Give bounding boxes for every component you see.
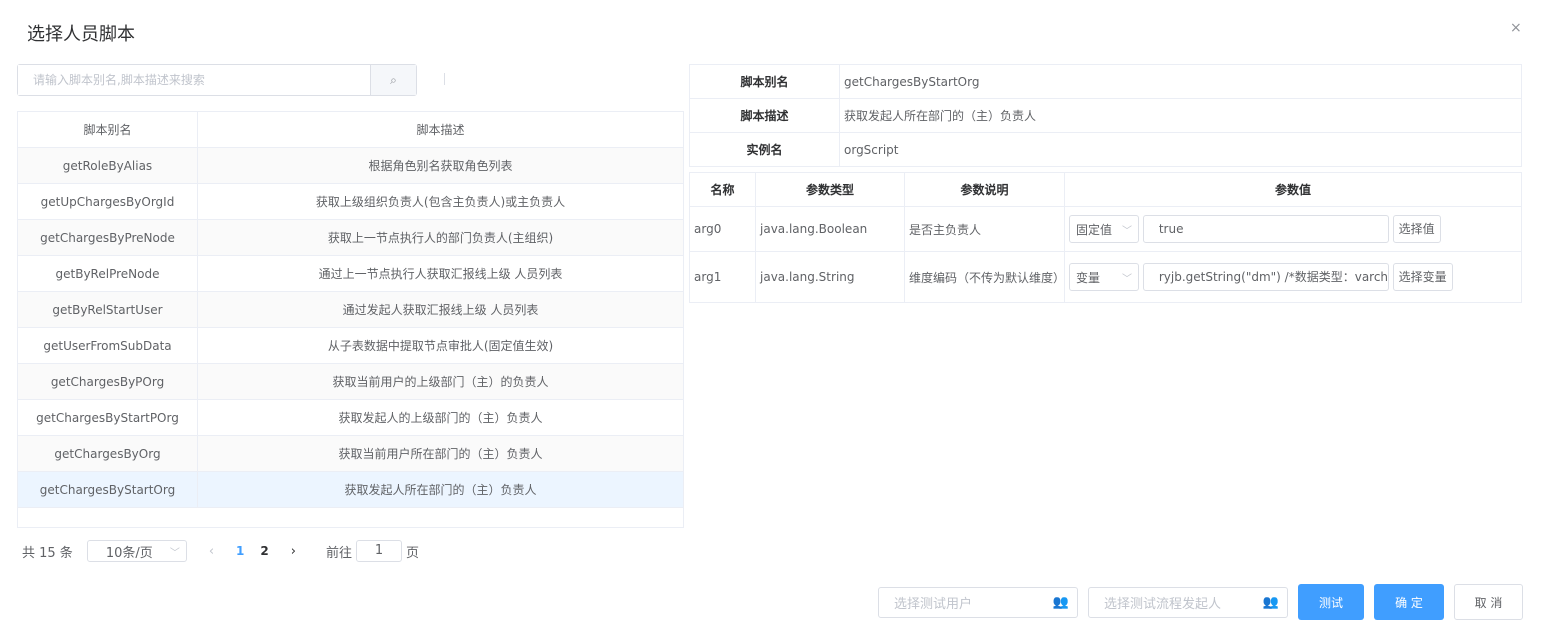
script-alias: getUserFromSubData bbox=[17, 327, 198, 364]
param-value-input[interactable]: ryjb.getString("dm") /*数据类型：varchar bbox=[1142, 263, 1389, 291]
value-mode-select[interactable]: 变量 ﹀ bbox=[1069, 263, 1139, 291]
script-row[interactable]: getByRelPreNode 通过上一节点执行人获取汇报线上级 人员列表 bbox=[17, 255, 684, 292]
param-header: 参数类型 bbox=[755, 172, 905, 207]
column-header-desc: 脚本描述 bbox=[197, 111, 684, 148]
info-value: 获取发起人所在部门的（主）负责人 bbox=[839, 98, 1522, 133]
search-input[interactable] bbox=[18, 65, 370, 95]
test-user-select[interactable]: 选择测试用户 👥 bbox=[878, 587, 1078, 618]
value-mode: 固定值 bbox=[1076, 222, 1113, 237]
script-row[interactable]: getUserFromSubData 从子表数据中提取节点审批人(固定值生效) bbox=[17, 327, 684, 364]
total-count: 共 15 条 bbox=[22, 545, 73, 561]
param-type: java.lang.String bbox=[755, 251, 905, 303]
test-starter-placeholder: 选择测试流程发起人 bbox=[1104, 597, 1222, 612]
info-value: getChargesByStartOrg bbox=[839, 64, 1522, 99]
param-header: 名称 bbox=[689, 172, 756, 207]
param-row: arg1 java.lang.String 维度编码（不传为默认维度） 变量 ﹀ … bbox=[689, 251, 1522, 303]
info-label: 实例名 bbox=[689, 132, 840, 167]
chevron-down-icon: ﹀ bbox=[1122, 273, 1132, 285]
page-suffix: 页 bbox=[405, 545, 419, 561]
script-row[interactable]: getChargesByPreNode 获取上一节点执行人的部门负责人(主组织) bbox=[17, 219, 684, 256]
test-button[interactable]: 测试 bbox=[1298, 584, 1364, 620]
script-table: 脚本别名 脚本描述 getRoleByAlias 根据角色别名获取角色列表 getU… bbox=[17, 111, 684, 508]
script-row[interactable]: getUpChargesByOrgId 获取上级组织负责人(包含主负责人)或主负责… bbox=[17, 183, 684, 220]
chevron-down-icon: ﹀ bbox=[1122, 225, 1132, 237]
divider bbox=[444, 73, 445, 85]
value-mode: 变量 bbox=[1076, 270, 1101, 285]
page-2[interactable]: 2 bbox=[260, 544, 268, 558]
prev-page-button[interactable]: ‹ bbox=[209, 544, 214, 559]
page-size-value: 10条/页 bbox=[105, 545, 153, 561]
choose-value-button[interactable]: 选择值 bbox=[1392, 215, 1441, 243]
script-desc: 获取当前用户的上级部门（主）的负责人 bbox=[197, 363, 684, 400]
goto-page-input[interactable]: 1 bbox=[355, 540, 402, 562]
script-row[interactable]: getChargesByStartOrg 获取发起人所在部门的（主）负责人 bbox=[17, 471, 684, 508]
search-icon: ⌕ bbox=[390, 72, 397, 87]
script-alias: getChargesByPOrg bbox=[17, 363, 198, 400]
script-row[interactable]: getByRelStartUser 通过发起人获取汇报线上级 人员列表 bbox=[17, 291, 684, 328]
script-alias: getChargesByPreNode bbox=[17, 219, 198, 256]
script-row[interactable]: getChargesByStartPOrg 获取发起人的上级部门的（主）负责人 bbox=[17, 399, 684, 436]
script-row[interactable]: getChargesByOrg 获取当前用户所在部门的（主）负责人 bbox=[17, 435, 684, 472]
search-button[interactable]: ⌕ bbox=[370, 65, 416, 95]
column-header-alias: 脚本别名 bbox=[17, 111, 198, 148]
script-desc: 通过发起人获取汇报线上级 人员列表 bbox=[197, 291, 684, 328]
choose-variable-button[interactable]: 选择变量 bbox=[1392, 263, 1453, 291]
script-alias: getChargesByOrg bbox=[17, 435, 198, 472]
script-row[interactable]: getChargesByPOrg 获取当前用户的上级部门（主）的负责人 bbox=[17, 363, 684, 400]
pagination: 共 15 条 10条/页 ﹀ ‹ 1 2 › 前往 1 页 bbox=[22, 540, 419, 562]
param-name: arg0 bbox=[689, 206, 756, 252]
info-label: 脚本别名 bbox=[689, 64, 840, 99]
script-desc: 获取上一节点执行人的部门负责人(主组织) bbox=[197, 219, 684, 256]
param-desc: 维度编码（不传为默认维度） bbox=[904, 251, 1065, 303]
script-alias: getChargesByStartOrg bbox=[17, 471, 198, 508]
param-value-input[interactable]: true bbox=[1142, 215, 1389, 243]
script-alias: getChargesByStartPOrg bbox=[17, 399, 198, 436]
table-footer bbox=[17, 508, 684, 528]
param-type: java.lang.Boolean bbox=[755, 206, 905, 252]
script-desc: 从子表数据中提取节点审批人(固定值生效) bbox=[197, 327, 684, 364]
script-desc: 获取上级组织负责人(包含主负责人)或主负责人 bbox=[197, 183, 684, 220]
param-name: arg1 bbox=[689, 251, 756, 303]
script-alias: getUpChargesByOrgId bbox=[17, 183, 198, 220]
info-value: orgScript bbox=[839, 132, 1522, 167]
param-row: arg0 java.lang.Boolean 是否主负责人 固定值 ﹀ true … bbox=[689, 206, 1522, 252]
value-mode-select[interactable]: 固定值 ﹀ bbox=[1069, 215, 1139, 243]
confirm-button[interactable]: 确 定 bbox=[1374, 584, 1444, 620]
goto-label: 前往 bbox=[325, 545, 352, 561]
dialog-title: 选择人员脚本 bbox=[27, 24, 135, 45]
script-desc: 获取发起人所在部门的（主）负责人 bbox=[197, 471, 684, 508]
script-alias: getByRelStartUser bbox=[17, 291, 198, 328]
param-desc: 是否主负责人 bbox=[904, 206, 1065, 252]
script-desc: 获取发起人的上级部门的（主）负责人 bbox=[197, 399, 684, 436]
test-user-placeholder: 选择测试用户 bbox=[894, 597, 973, 612]
cancel-button[interactable]: 取 消 bbox=[1454, 584, 1523, 620]
close-icon[interactable]: × bbox=[1510, 20, 1522, 36]
script-alias: getByRelPreNode bbox=[17, 255, 198, 292]
search-box: ⌕ bbox=[17, 64, 417, 96]
param-header: 参数说明 bbox=[904, 172, 1065, 207]
script-desc: 根据角色别名获取角色列表 bbox=[197, 147, 684, 184]
users-icon: 👥 bbox=[1052, 595, 1069, 610]
info-label: 脚本描述 bbox=[689, 98, 840, 133]
page-size-select[interactable]: 10条/页 ﹀ bbox=[86, 540, 187, 562]
users-icon: 👥 bbox=[1262, 595, 1279, 610]
script-row[interactable]: getRoleByAlias 根据角色别名获取角色列表 bbox=[17, 147, 684, 184]
page-1[interactable]: 1 bbox=[236, 544, 244, 558]
params-table: 名称 参数类型 参数说明 参数值 arg0 java.lang.Boolean … bbox=[689, 172, 1522, 303]
chevron-down-icon: ﹀ bbox=[169, 547, 180, 559]
test-starter-select[interactable]: 选择测试流程发起人 👥 bbox=[1088, 587, 1288, 618]
next-page-button[interactable]: › bbox=[291, 544, 296, 559]
script-alias: getRoleByAlias bbox=[17, 147, 198, 184]
script-info-table: 脚本别名 getChargesByStartOrg 脚本描述 获取发起人所在部门的（… bbox=[689, 64, 1522, 167]
script-desc: 通过上一节点执行人获取汇报线上级 人员列表 bbox=[197, 255, 684, 292]
script-desc: 获取当前用户所在部门的（主）负责人 bbox=[197, 435, 684, 472]
param-header: 参数值 bbox=[1064, 172, 1522, 207]
